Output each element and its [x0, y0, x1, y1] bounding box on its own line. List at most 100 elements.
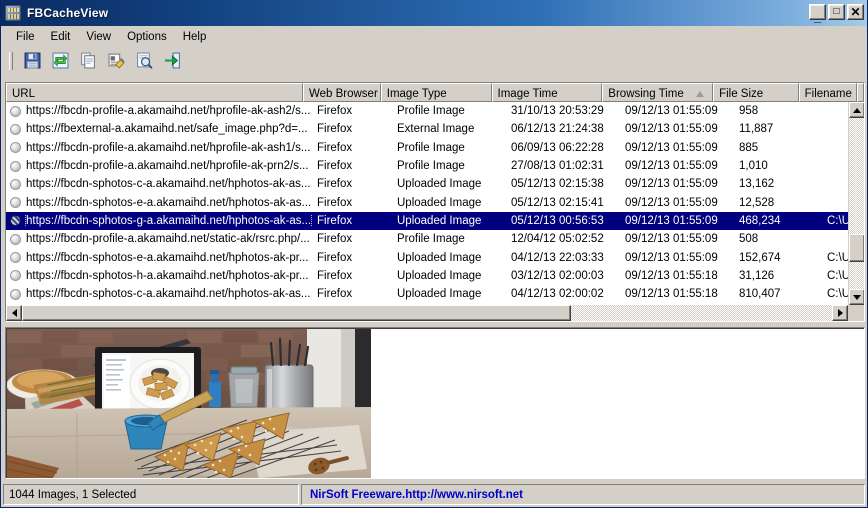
column-header-image-time[interactable]: Image Time	[491, 83, 603, 102]
column-header-image-type[interactable]: Image Type	[380, 83, 492, 102]
table-row[interactable]: https://fbcdn-profile-a.akamaihd.net/hpr…	[6, 139, 864, 157]
horizontal-scroll-thumb[interactable]	[22, 305, 571, 321]
exit-icon	[164, 52, 180, 69]
table-row[interactable]: https://fbcdn-profile-a.akamaihd.net/hpr…	[6, 102, 864, 120]
cell-url-text: https://fbcdn-profile-a.akamaihd.net/hpr…	[26, 105, 311, 118]
cell-file-size: 810,407	[739, 288, 781, 301]
cell-url-text: https://fbexternal-a.akamaihd.net/safe_i…	[26, 123, 308, 136]
chevron-left-icon	[11, 309, 17, 317]
table-row[interactable]: https://fbcdn-sphotos-e-a.akamaihd.net/h…	[6, 248, 864, 266]
image-list-view[interactable]: URL Web Browser Image Type Image Time Br…	[5, 82, 865, 322]
maximize-button[interactable]: □	[828, 4, 845, 20]
menu-item-view[interactable]: View	[78, 29, 119, 45]
cell-file-size: 11,887	[739, 123, 774, 136]
cell-browsing-time: 09/12/13 01:55:18	[625, 269, 718, 282]
cell-browsing-time: 09/12/13 01:55:09	[625, 123, 718, 136]
vertical-scrollbar[interactable]	[848, 102, 864, 305]
cell-image-time: 27/08/13 01:02:31	[511, 160, 604, 173]
cell-image-time: 12/04/12 05:02:52	[511, 233, 604, 246]
cell-image-time: 31/10/13 20:53:29	[511, 105, 604, 118]
column-header-web-browser[interactable]: Web Browser	[302, 83, 381, 102]
menu-item-file[interactable]: File	[8, 29, 43, 45]
table-row[interactable]: https://fbcdn-sphotos-e-a.akamaihd.net/h…	[6, 193, 864, 211]
cell-image-type: Uploaded Image	[397, 214, 482, 227]
status-link-panel[interactable]: NirSoft Freeware. http://www.nirsoft.net	[301, 484, 865, 505]
properties-button[interactable]	[105, 50, 127, 71]
maximize-icon: □	[833, 6, 840, 17]
cell-image-type: Uploaded Image	[397, 196, 482, 209]
preview-image	[7, 329, 371, 478]
menu-bar: File Edit View Options Help	[1, 26, 867, 48]
preview-button[interactable]	[133, 50, 155, 71]
column-header-file-size[interactable]: File Size	[713, 83, 799, 102]
table-row[interactable]: https://fbcdn-sphotos-c-a.akamaihd.net/h…	[6, 175, 864, 193]
toolbar-grip	[9, 51, 13, 70]
image-entry-icon	[10, 142, 21, 154]
horizontal-scrollbar[interactable]	[6, 305, 848, 321]
cell-browsing-time: 09/12/13 01:55:09	[625, 196, 718, 209]
exit-button[interactable]	[161, 50, 183, 71]
refresh-button[interactable]	[49, 50, 71, 71]
cell-browser: Firefox	[317, 196, 353, 209]
cell-url: https://fbcdn-sphotos-e-a.akamaihd.net/h…	[6, 197, 312, 209]
table-row[interactable]: https://fbcdn-sphotos-c-a.akamaihd.net/h…	[6, 285, 864, 303]
cell-browser: Firefox	[317, 288, 353, 301]
image-entry-icon	[10, 252, 21, 264]
scrollbar-corner	[848, 305, 864, 321]
cell-url: https://fbcdn-sphotos-g-a.akamaihd.net/h…	[6, 214, 312, 227]
preview-photo	[7, 329, 371, 478]
scroll-down-button[interactable]	[849, 289, 864, 305]
scroll-up-button[interactable]	[849, 102, 864, 118]
cell-browsing-time: 09/12/13 01:55:18	[625, 288, 718, 301]
minimize-button[interactable]: _	[809, 4, 826, 23]
list-rows: https://fbcdn-profile-a.akamaihd.net/hpr…	[6, 102, 864, 321]
copy-button[interactable]	[77, 50, 99, 71]
scroll-left-button[interactable]	[6, 305, 22, 321]
cell-image-type: Uploaded Image	[397, 178, 482, 191]
image-preview-pane	[5, 327, 865, 479]
column-header-filename[interactable]: Filename	[798, 83, 857, 102]
copy-icon	[80, 52, 95, 69]
cell-image-type: Profile Image	[397, 160, 465, 173]
cell-browsing-time: 09/12/13 01:55:09	[625, 141, 718, 154]
scroll-right-button[interactable]	[832, 305, 848, 321]
cell-url: https://fbcdn-profile-a.akamaihd.net/hpr…	[6, 105, 312, 117]
table-row[interactable]: https://fbcdn-profile-a.akamaihd.net/sta…	[6, 230, 864, 248]
table-row[interactable]: https://fbexternal-a.akamaihd.net/safe_i…	[6, 120, 864, 138]
cell-image-type: Profile Image	[397, 141, 465, 154]
cell-browsing-time: 09/12/13 01:55:09	[625, 251, 718, 264]
cell-browser: Firefox	[317, 214, 353, 227]
cell-url-text: https://fbcdn-sphotos-e-a.akamaihd.net/h…	[26, 196, 312, 209]
refresh-icon	[52, 52, 68, 69]
cell-url: https://fbexternal-a.akamaihd.net/safe_i…	[6, 123, 312, 135]
nirsoft-website-link[interactable]: http://www.nirsoft.net	[405, 489, 523, 501]
cell-file-size: 508	[739, 233, 759, 246]
list-header: URL Web Browser Image Type Image Time Br…	[6, 83, 864, 102]
status-count-panel: 1044 Images, 1 Selected	[3, 484, 299, 505]
menu-item-help[interactable]: Help	[175, 29, 215, 45]
table-row[interactable]: https://fbcdn-sphotos-g-a.akamaihd.net/h…	[6, 211, 864, 231]
status-count-text: 1044 Images, 1 Selected	[9, 488, 137, 501]
title-bar[interactable]: FBCacheView _ □ ✕	[1, 0, 867, 26]
close-button[interactable]: ✕	[847, 4, 864, 20]
vertical-scroll-thumb[interactable]	[849, 234, 864, 262]
toolbar	[1, 48, 867, 74]
cell-image-time: 04/12/13 02:00:02	[511, 288, 604, 301]
cell-image-time: 05/12/13 02:15:38	[511, 178, 604, 191]
cell-image-type: Uploaded Image	[397, 251, 482, 264]
menu-item-options[interactable]: Options	[119, 29, 175, 45]
image-entry-icon	[10, 105, 21, 117]
cell-file-size: 12,528	[739, 196, 775, 209]
menu-item-edit[interactable]: Edit	[43, 29, 79, 45]
table-row[interactable]: https://fbcdn-sphotos-h-a.akamaihd.net/h…	[6, 267, 864, 285]
cell-browser: Firefox	[317, 160, 353, 173]
cell-url: https://fbcdn-sphotos-e-a.akamaihd.net/h…	[6, 252, 312, 264]
column-header-browsing-time-label: Browsing Time	[608, 87, 684, 100]
window-buttons: _ □ ✕	[809, 4, 864, 23]
status-bar: 1044 Images, 1 Selected NirSoft Freeware…	[3, 484, 865, 505]
cell-url: https://fbcdn-profile-a.akamaihd.net/hpr…	[6, 142, 312, 154]
table-row[interactable]: https://fbcdn-profile-a.akamaihd.net/hpr…	[6, 157, 864, 175]
save-button[interactable]	[21, 50, 43, 71]
column-header-browsing-time[interactable]: Browsing Time	[602, 83, 714, 102]
column-header-url[interactable]: URL	[6, 83, 303, 102]
